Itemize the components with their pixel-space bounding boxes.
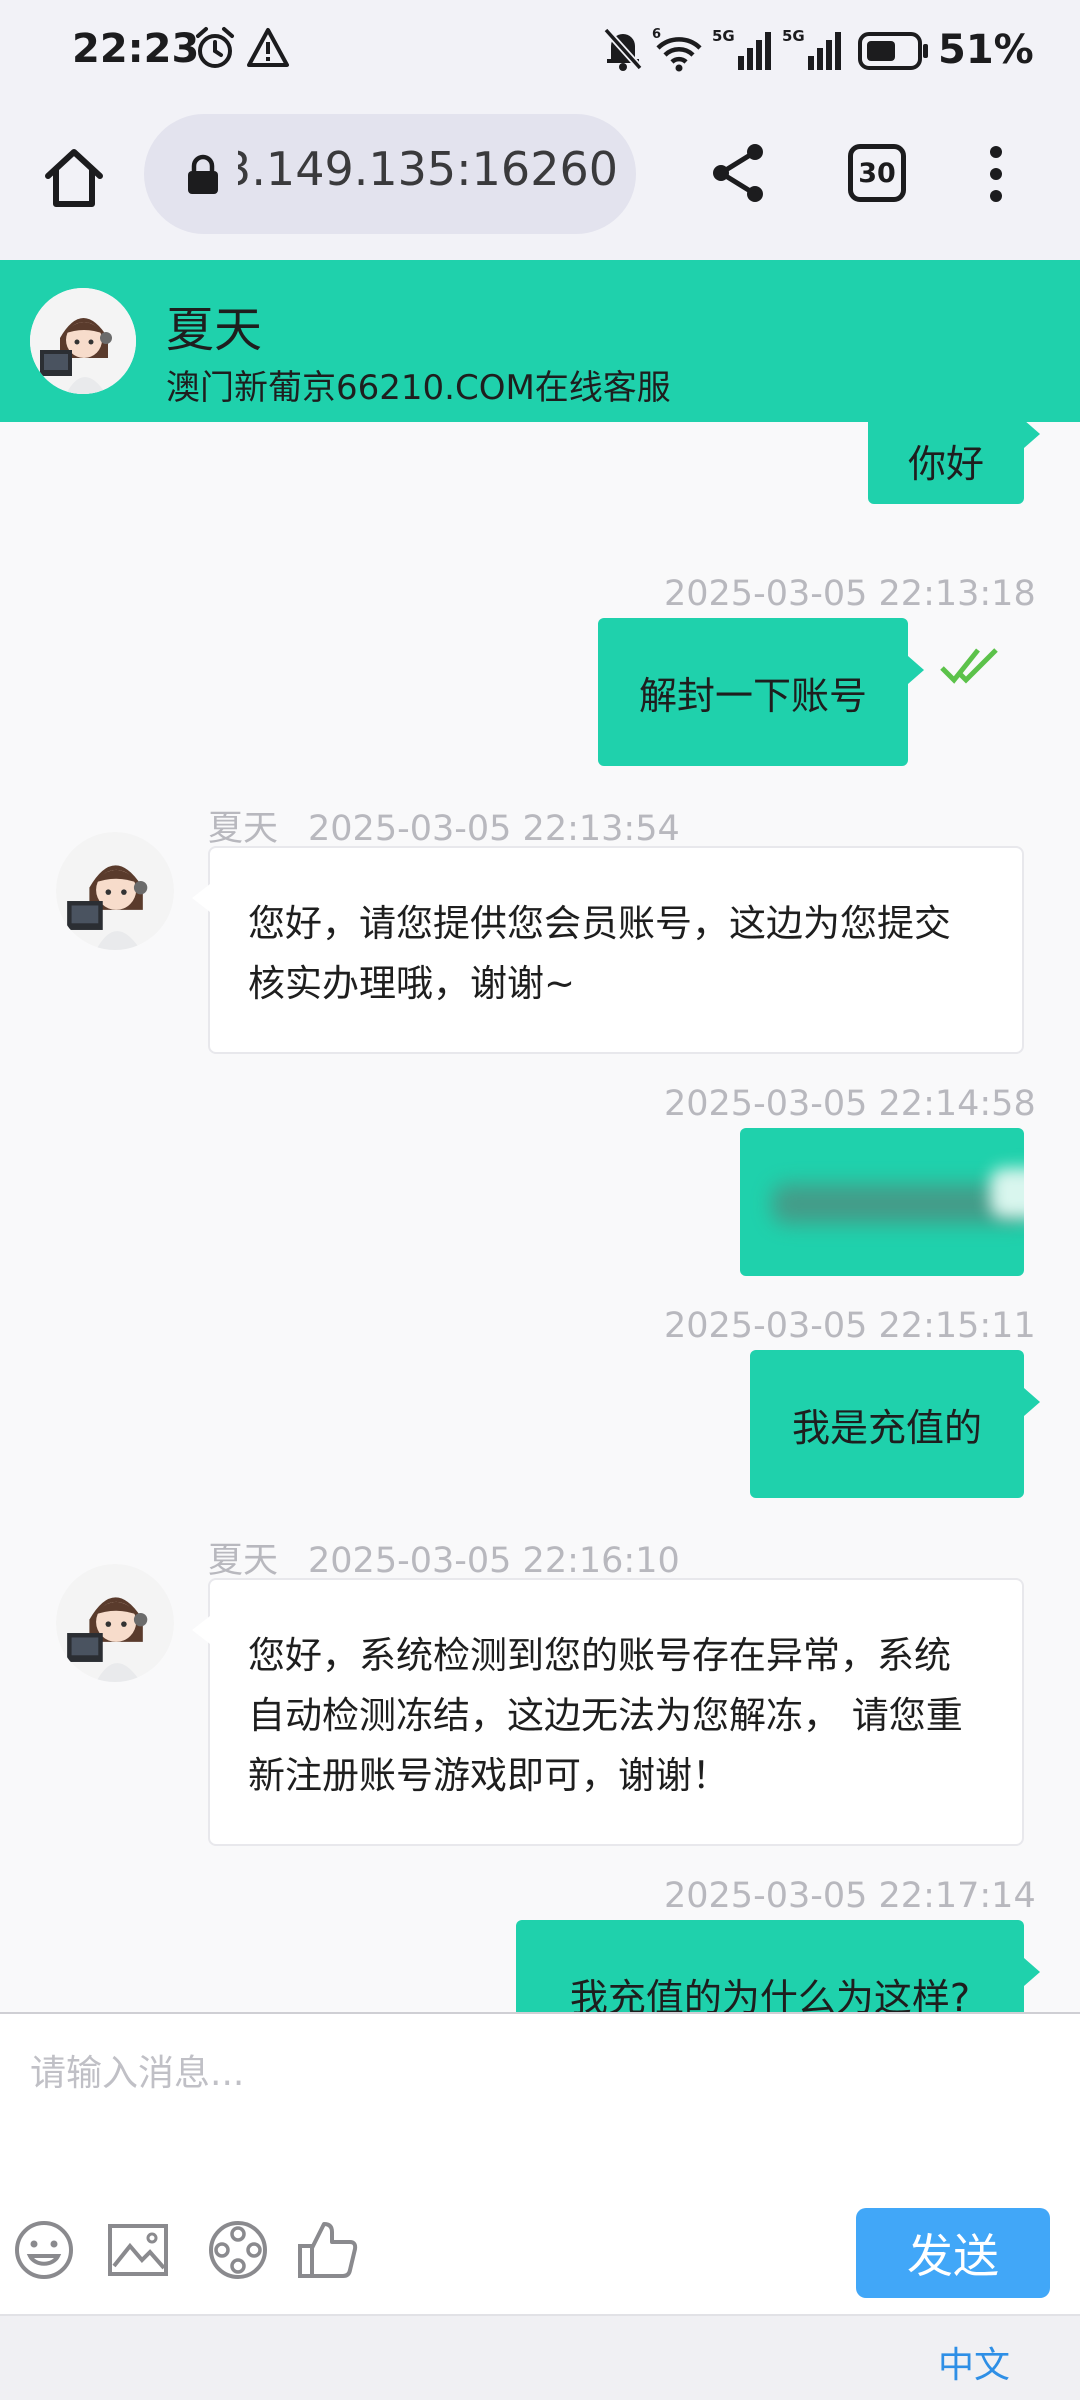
thumbs-up-icon[interactable] (296, 2218, 360, 2282)
agent-avatar (56, 1564, 174, 1682)
message-text: 你好 (907, 441, 984, 486)
status-bar: 22:23 6 5G 5G 51% (0, 0, 1080, 100)
language-switch[interactable]: 中文 (938, 2336, 1010, 2388)
message-text: 我是充值的 (791, 1405, 982, 1450)
agent-avatar (56, 832, 174, 950)
message-timestamp: 2025-03-05 22:15:11 (664, 1306, 1036, 1346)
message-timestamp: 2025-03-05 22:13:18 (664, 574, 1036, 614)
message-text: 您好，系统检测到您的账号存在异常，系统自动检测冻结，这边无法为您解冻， 请您重新… (248, 1634, 963, 1797)
warning-icon (247, 28, 289, 67)
message-text: 我充值的为什么为这样? (569, 1975, 971, 2013)
outgoing-bubble: 我是充值的 (750, 1350, 1040, 1498)
outgoing-bubble: 你好 (868, 422, 1040, 504)
video-icon[interactable] (206, 2218, 270, 2282)
redacted-content-edge (990, 1168, 1024, 1218)
svg-text:5G: 5G (712, 27, 735, 45)
outgoing-bubble-redacted (740, 1128, 1024, 1276)
agent-meta: 夏天 2025-03-05 22:16:10 (208, 1532, 680, 1583)
signal-5g-1-icon: 5G (712, 27, 771, 70)
svg-text:6: 6 (652, 27, 661, 42)
sender-name: 夏天 (208, 809, 279, 849)
battery-percent: 51% (938, 27, 1034, 73)
redacted-content (772, 1184, 1024, 1224)
chat-header: 夏天 澳门新葡京66210.COM在线客服 (0, 260, 1080, 422)
image-icon[interactable] (106, 2218, 170, 2282)
composer: 发送 (0, 2012, 1080, 2314)
message-text: 您好，请您提供您会员账号，这边为您提交核实办理哦，谢谢~ (248, 902, 951, 1005)
incoming-bubble: 您好，请您提供您会员账号，这边为您提交核实办理哦，谢谢~ (192, 846, 1024, 1054)
sender-name: 夏天 (208, 1541, 279, 1581)
more-menu-icon[interactable] (978, 144, 1014, 204)
agent-subtitle: 澳门新葡京66210.COM在线客服 (166, 368, 671, 408)
alarm-icon (196, 27, 234, 68)
agent-meta: 夏天 2025-03-05 22:13:54 (208, 800, 680, 851)
message-input[interactable] (30, 2038, 1050, 2108)
message-timestamp: 2025-03-05 22:14:58 (664, 1084, 1036, 1124)
wifi-icon: 6 (652, 27, 702, 72)
svg-text:5G: 5G (782, 27, 805, 45)
signal-5g-2-icon: 5G (782, 27, 841, 70)
message-timestamp: 2025-03-05 22:17:14 (664, 1876, 1036, 1916)
language-bar: 中文 (0, 2314, 1080, 2400)
message-list[interactable]: 你好 2025-03-05 22:13:18 解封一下账号 夏天 2025-03-… (0, 422, 1080, 2012)
status-time: 22:23 (72, 26, 200, 72)
message-text: 解封一下账号 (638, 673, 867, 718)
agent-avatar (30, 288, 136, 394)
incoming-bubble: 您好，系统检测到您的账号存在异常，系统自动检测冻结，这边无法为您解冻， 请您重新… (192, 1578, 1024, 1846)
battery-icon (858, 32, 928, 70)
agent-name: 夏天 (166, 302, 263, 358)
message-timestamp: 2025-03-05 22:13:54 (308, 809, 680, 849)
mute-bell-icon (603, 27, 643, 71)
share-icon[interactable] (706, 140, 772, 206)
browser-toolbar: 3.149.135:16260 30 (0, 100, 1080, 260)
outgoing-bubble: 我充值的为什么为这样? (516, 1920, 1040, 2013)
home-icon[interactable] (38, 142, 110, 214)
tabs-count-button[interactable]: 30 (848, 144, 906, 202)
read-receipt-icon (940, 648, 998, 684)
send-button[interactable]: 发送 (856, 2208, 1050, 2298)
outgoing-bubble: 解封一下账号 (598, 618, 924, 766)
lock-icon (188, 154, 218, 194)
emoji-icon[interactable] (12, 2218, 76, 2282)
address-bar[interactable]: 3.149.135:16260 (144, 114, 636, 234)
message-timestamp: 2025-03-05 22:16:10 (308, 1541, 680, 1581)
url-text: 3.149.135:16260 (238, 142, 618, 196)
